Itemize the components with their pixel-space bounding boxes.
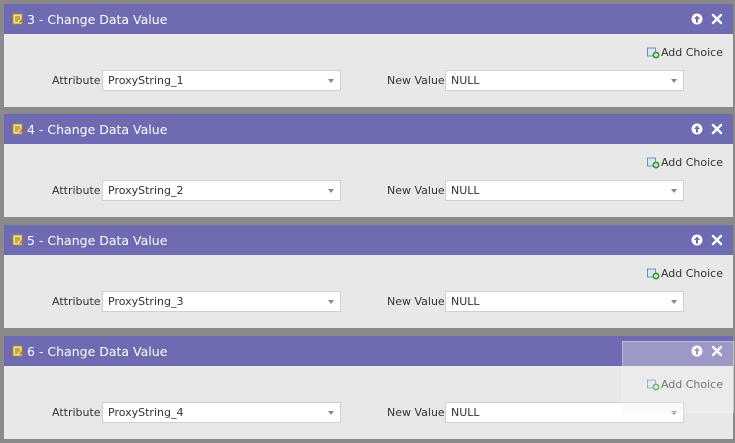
- step-header[interactable]: 5 - Change Data Value: [4, 225, 733, 255]
- add-choice-icon: [647, 157, 660, 168]
- attribute-value: ProxyString_1: [108, 74, 184, 87]
- new-value-label: New Value:: [387, 295, 449, 308]
- flow-step-icon: [12, 13, 24, 25]
- flow-step-4: 4 - Change Data Value Add Choice Attribu…: [4, 114, 733, 217]
- close-icon[interactable]: [711, 234, 723, 246]
- close-icon[interactable]: [711, 123, 723, 135]
- add-choice-button[interactable]: Add Choice: [647, 267, 723, 280]
- new-value-select[interactable]: NULL: [445, 70, 684, 91]
- arrow-up-circle-icon[interactable]: [691, 234, 703, 246]
- flow-step-icon: [12, 345, 24, 357]
- step-title: 5 - Change Data Value: [27, 232, 168, 248]
- close-icon[interactable]: [711, 13, 723, 25]
- step-header[interactable]: 3 - Change Data Value: [4, 4, 733, 34]
- attribute-select[interactable]: ProxyString_2: [102, 180, 341, 201]
- new-value-label: New Value:: [387, 184, 449, 197]
- new-value: NULL: [451, 295, 480, 308]
- new-value: NULL: [451, 184, 480, 197]
- chevron-down-icon: [328, 79, 334, 83]
- add-choice-icon: [647, 47, 660, 58]
- attribute-select[interactable]: ProxyString_4: [102, 402, 341, 423]
- attribute-label: Attribute:: [52, 406, 105, 419]
- chevron-down-icon: [671, 79, 677, 83]
- new-value-label: New Value:: [387, 74, 449, 87]
- flow-step-5: 5 - Change Data Value Add Choice Attribu…: [4, 225, 733, 328]
- chevron-down-icon: [328, 189, 334, 193]
- flow-step-icon: [12, 234, 24, 246]
- new-value-select[interactable]: NULL: [445, 180, 684, 201]
- add-choice-button[interactable]: Add Choice: [647, 46, 723, 59]
- attribute-label: Attribute:: [52, 184, 105, 197]
- add-choice-icon: [647, 268, 660, 279]
- chevron-down-icon: [671, 300, 677, 304]
- attribute-select[interactable]: ProxyString_3: [102, 291, 341, 312]
- new-value: NULL: [451, 406, 480, 419]
- arrow-up-circle-icon[interactable]: [691, 13, 703, 25]
- flow-step-3: 3 - Change Data Value Add Choice Attribu…: [4, 4, 733, 107]
- step-title: 6 - Change Data Value: [27, 343, 168, 359]
- new-value-label: New Value:: [387, 406, 449, 419]
- add-choice-button[interactable]: Add Choice: [647, 156, 723, 169]
- attribute-value: ProxyString_3: [108, 295, 184, 308]
- step-title: 3 - Change Data Value: [27, 11, 168, 27]
- step-header[interactable]: 4 - Change Data Value: [4, 114, 733, 144]
- add-choice-label: Add Choice: [660, 46, 723, 59]
- step-title: 4 - Change Data Value: [27, 121, 168, 137]
- chevron-down-icon: [328, 300, 334, 304]
- attribute-value: ProxyString_2: [108, 184, 184, 197]
- add-choice-label: Add Choice: [660, 156, 723, 169]
- drag-ghost-overlay: [622, 341, 734, 413]
- attribute-value: ProxyString_4: [108, 406, 184, 419]
- chevron-down-icon: [328, 411, 334, 415]
- attribute-label: Attribute:: [52, 74, 105, 87]
- new-value-select[interactable]: NULL: [445, 291, 684, 312]
- attribute-select[interactable]: ProxyString_1: [102, 70, 341, 91]
- flow-step-icon: [12, 123, 24, 135]
- arrow-up-circle-icon[interactable]: [691, 123, 703, 135]
- add-choice-label: Add Choice: [660, 267, 723, 280]
- attribute-label: Attribute:: [52, 295, 105, 308]
- chevron-down-icon: [671, 189, 677, 193]
- new-value: NULL: [451, 74, 480, 87]
